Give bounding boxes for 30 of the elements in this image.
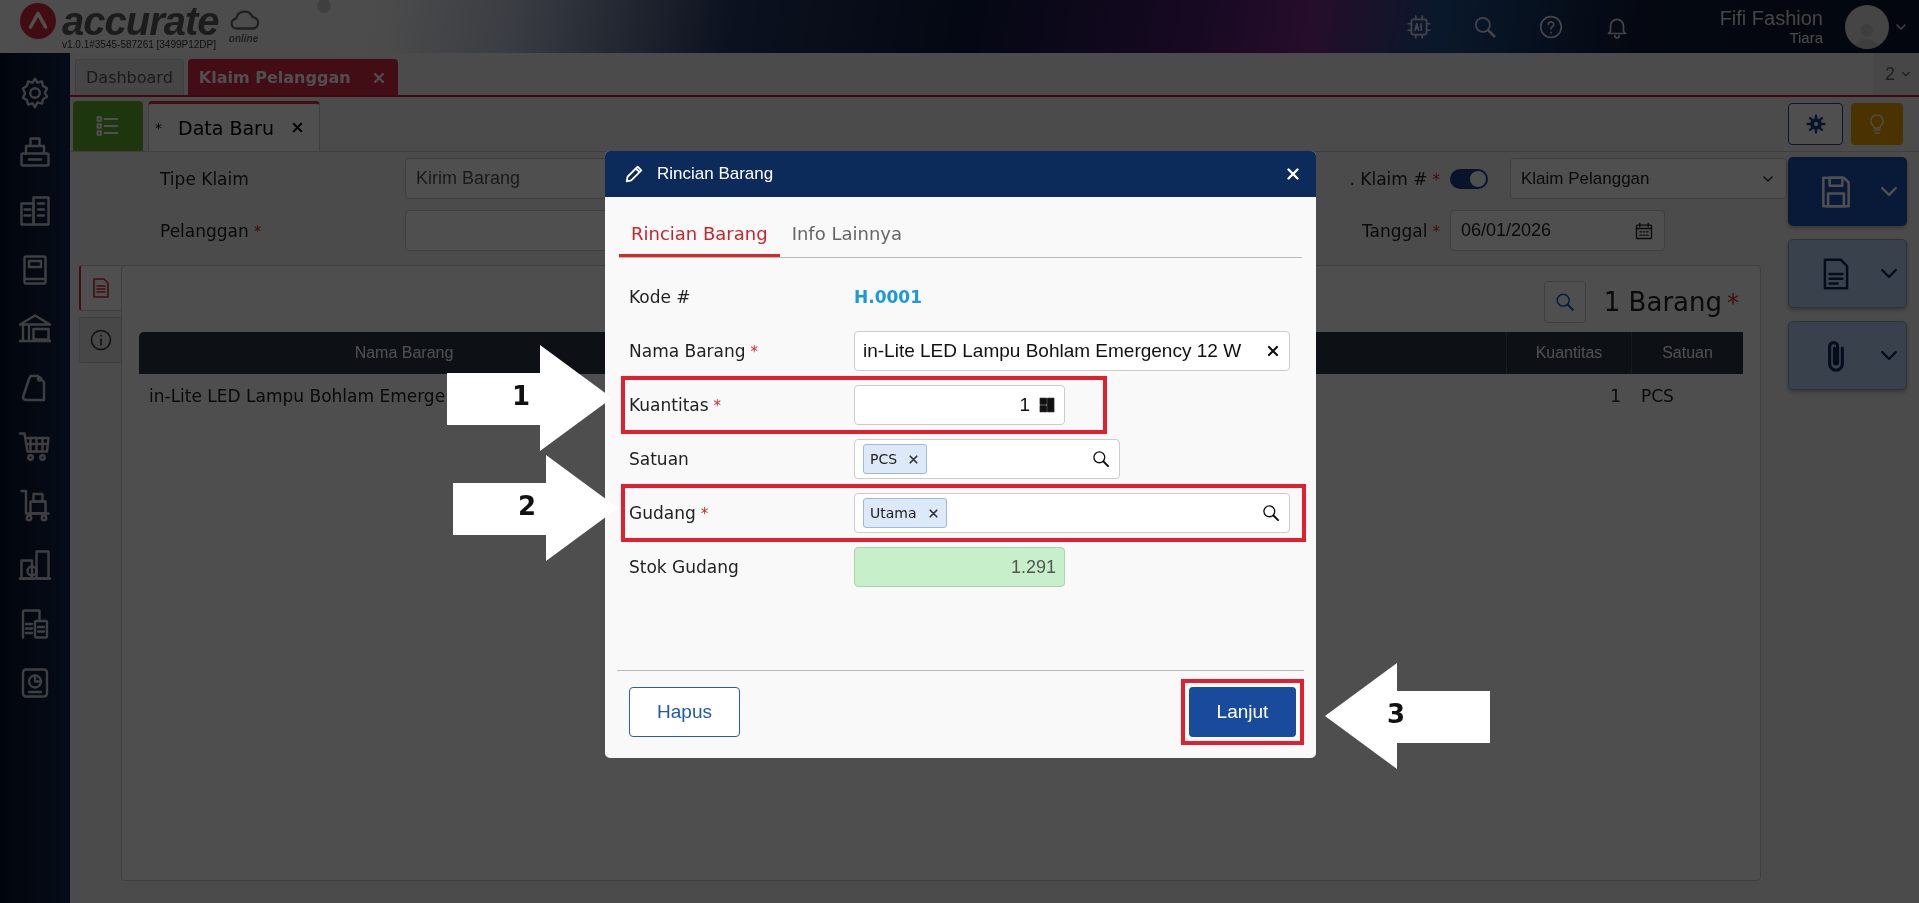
required-mark: * <box>1432 170 1440 189</box>
step-number: 1 <box>512 381 531 411</box>
field-label: Satuan <box>629 449 690 469</box>
company-name: Fifi Fashion <box>1719 7 1823 29</box>
column-header: Kuantitas <box>1506 332 1631 374</box>
required-mark: * <box>750 343 759 361</box>
field-label: Tanggal * <box>1362 220 1440 241</box>
version-text: v1.0.1#3545-587261 [3499P12DP] <box>62 38 217 51</box>
stock-field: 1.291 <box>854 547 1065 587</box>
required-mark: * <box>700 505 709 523</box>
field-label: Stok Gudang <box>629 557 740 577</box>
table-cell-text: 1 <box>1609 385 1622 408</box>
required-mark: * <box>253 222 262 241</box>
field-label: Gudang * <box>629 503 710 523</box>
table-cell-text: PCS <box>1640 385 1675 408</box>
user-name: Tiara <box>1789 29 1823 46</box>
column-header: Satuan <box>1631 332 1743 374</box>
dialog-title: Rincian Barang <box>657 164 774 184</box>
panel-title: 1 Barang * <box>1603 287 1739 317</box>
step-number: 3 <box>1387 699 1406 729</box>
field-label: Kuantitas * <box>629 395 723 415</box>
step-number: 2 <box>518 491 537 521</box>
field-label: Kode # <box>629 287 692 307</box>
table-cell-text: in-Lite LED Lampu Bohlam Emerge <box>148 385 447 408</box>
required-mark: * <box>1727 289 1739 317</box>
field-label: Tipe Klaim <box>160 168 250 189</box>
required-mark: * <box>1432 222 1440 241</box>
field-label: . Klaim # * <box>1349 168 1440 189</box>
field-label: Pelanggan * <box>160 220 263 241</box>
required-mark: * <box>713 397 722 415</box>
